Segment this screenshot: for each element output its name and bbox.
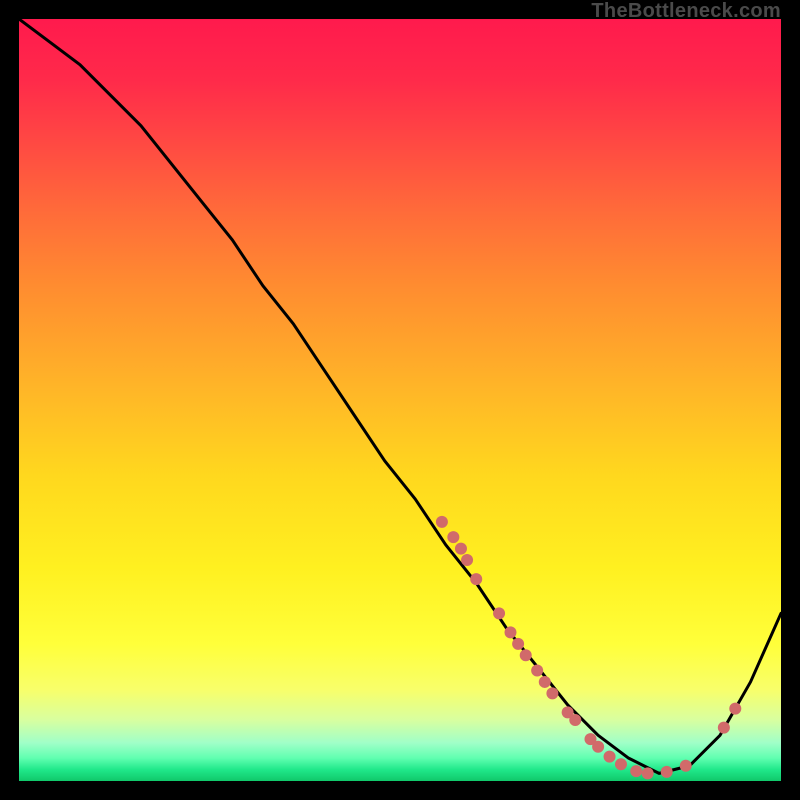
chart-container: TheBottleneck.com — [0, 0, 800, 800]
watermark-text: TheBottleneck.com — [591, 0, 781, 23]
plot-area — [19, 19, 781, 781]
gradient-background — [19, 19, 781, 781]
